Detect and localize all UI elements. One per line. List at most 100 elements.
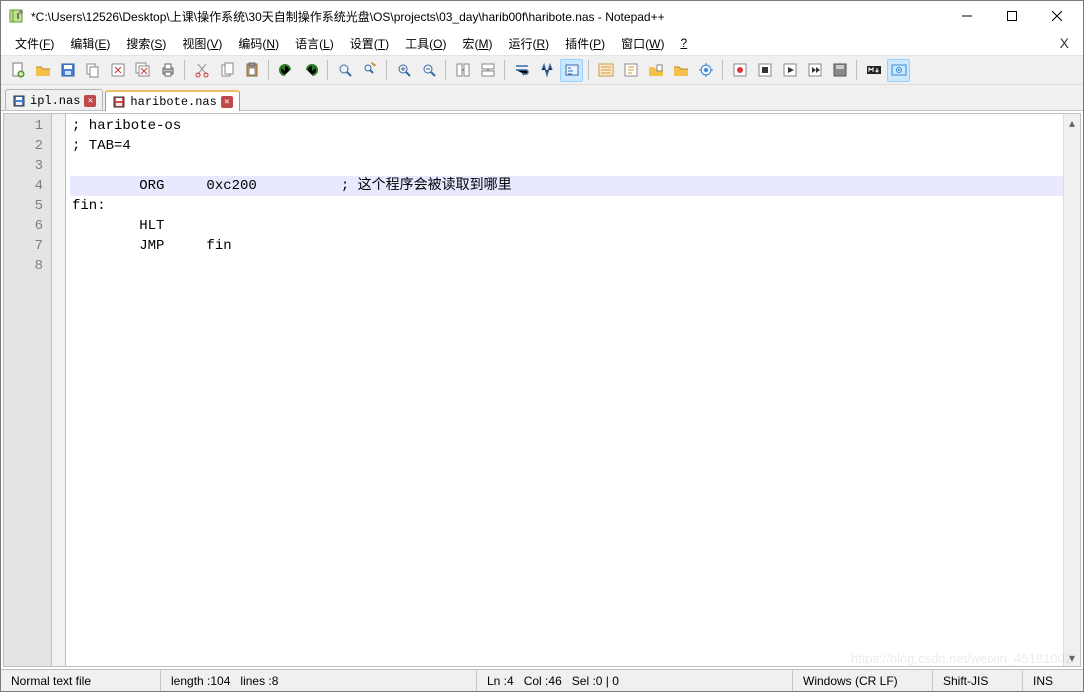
open-folder-button[interactable] [669, 59, 692, 82]
undo-button[interactable] [274, 59, 297, 82]
disk-icon [112, 95, 126, 109]
code-line[interactable]: ORG 0xc200 ; 这个程序会被读取到哪里 [70, 176, 1063, 196]
sync-h-button[interactable] [476, 59, 499, 82]
close-button[interactable] [1034, 2, 1079, 30]
show-ws-button[interactable] [560, 59, 583, 82]
zoom-in-icon [396, 62, 412, 78]
show-all-button[interactable] [535, 59, 558, 82]
app-icon [9, 8, 25, 24]
tab-close-button[interactable]: ✕ [221, 96, 233, 108]
replace-button[interactable] [358, 59, 381, 82]
sync-v-button[interactable] [451, 59, 474, 82]
monitor-button[interactable] [694, 59, 717, 82]
code-line[interactable]: HLT [70, 216, 1063, 236]
file-tab-ipl-nas[interactable]: ipl.nas✕ [5, 89, 103, 110]
file-tab-haribote-nas[interactable]: haribote.nas✕ [105, 90, 239, 111]
open-folder-icon [673, 62, 689, 78]
save-macro-button[interactable] [828, 59, 851, 82]
redo-icon [303, 62, 319, 78]
print-button[interactable] [156, 59, 179, 82]
minimize-button[interactable] [944, 2, 989, 30]
markdown-button[interactable] [862, 59, 885, 82]
code-line[interactable]: ; haribote-os [70, 116, 1063, 136]
save-button[interactable] [56, 59, 79, 82]
play-button[interactable] [778, 59, 801, 82]
toolbar-separator [386, 60, 387, 80]
wordwrap-button[interactable] [510, 59, 533, 82]
gutter-line: 3 [8, 156, 43, 176]
lang-udl-icon [623, 62, 639, 78]
menu-search[interactable]: 搜索(S) [118, 33, 174, 54]
indent-guide-button[interactable] [594, 59, 617, 82]
scroll-up-arrow[interactable]: ▴ [1064, 114, 1080, 131]
code-line[interactable]: ; TAB=4 [70, 136, 1063, 156]
lang-udl-button[interactable] [619, 59, 642, 82]
show-ws-icon [564, 62, 580, 78]
close-icon [110, 62, 126, 78]
menu-encoding[interactable]: 编码(N) [230, 33, 287, 54]
close-all-button[interactable] [131, 59, 154, 82]
code-area[interactable]: ; haribote-os; TAB=4 ORG 0xc200 ; 这个程序会被… [66, 114, 1063, 666]
status-position: Ln : 4 Col : 46 Sel : 0 | 0 [477, 670, 793, 691]
menu-language[interactable]: 语言(L) [287, 33, 342, 54]
copy-button[interactable] [81, 59, 104, 82]
cut-icon [194, 62, 210, 78]
code-line[interactable] [70, 156, 1063, 176]
redo-button[interactable] [299, 59, 322, 82]
menu-edit[interactable]: 编辑(E) [62, 33, 118, 54]
menu-view[interactable]: 视图(V) [174, 33, 230, 54]
scroll-down-arrow[interactable]: ▾ [1064, 649, 1080, 666]
new-file-icon [10, 62, 26, 78]
menu-settings[interactable]: 设置(T) [342, 33, 397, 54]
line-gutter: 12345678 [4, 114, 52, 666]
gutter-line: 6 [8, 216, 43, 236]
folder-doc-button[interactable] [644, 59, 667, 82]
copy-clip-icon [219, 62, 235, 78]
menu-window[interactable]: 窗口(W) [613, 33, 672, 54]
monitor-icon [698, 62, 714, 78]
tabbar: ipl.nas✕haribote.nas✕ [1, 85, 1083, 111]
cut-button[interactable] [190, 59, 213, 82]
close-button[interactable] [106, 59, 129, 82]
sync-v-icon [455, 62, 471, 78]
code-line[interactable] [70, 256, 1063, 276]
menu-file[interactable]: 文件(F) [7, 33, 62, 54]
toolbar-separator [184, 60, 185, 80]
maximize-button[interactable] [989, 2, 1034, 30]
status-encoding: Shift-JIS [933, 670, 1023, 691]
copy-clip-button[interactable] [215, 59, 238, 82]
zoom-out-button[interactable] [417, 59, 440, 82]
scroll-track[interactable] [1064, 131, 1080, 649]
play-many-button[interactable] [803, 59, 826, 82]
vertical-scrollbar[interactable]: ▴ ▾ [1063, 114, 1080, 666]
tab-close-button[interactable]: ✕ [84, 95, 96, 107]
eye-box-button[interactable] [887, 59, 910, 82]
open-file-button[interactable] [31, 59, 54, 82]
replace-icon [362, 62, 378, 78]
zoom-in-button[interactable] [392, 59, 415, 82]
code-line[interactable]: JMP fin [70, 236, 1063, 256]
play-many-icon [807, 62, 823, 78]
stop-button[interactable] [753, 59, 776, 82]
status-filetype: Normal text file [1, 670, 161, 691]
code-line[interactable]: fin: [70, 196, 1063, 216]
document-close-x[interactable]: X [1052, 33, 1077, 53]
disk-icon [12, 94, 26, 108]
status-mode: INS [1023, 670, 1083, 691]
new-file-button[interactable] [6, 59, 29, 82]
menu-plugins[interactable]: 插件(P) [557, 33, 613, 54]
menu-macro[interactable]: 宏(M) [454, 33, 500, 54]
record-button[interactable] [728, 59, 751, 82]
play-icon [782, 62, 798, 78]
record-icon [732, 62, 748, 78]
menu-run[interactable]: 运行(R) [500, 33, 557, 54]
toolbar-separator [268, 60, 269, 80]
markdown-icon [866, 62, 882, 78]
gutter-line: 2 [8, 136, 43, 156]
gutter-line: 5 [8, 196, 43, 216]
status-length-lines: length : 104 lines : 8 [161, 670, 477, 691]
paste-button[interactable] [240, 59, 263, 82]
find-button[interactable] [333, 59, 356, 82]
menu-tools[interactable]: 工具(O) [397, 33, 454, 54]
menu-help[interactable]: ? [672, 34, 695, 52]
